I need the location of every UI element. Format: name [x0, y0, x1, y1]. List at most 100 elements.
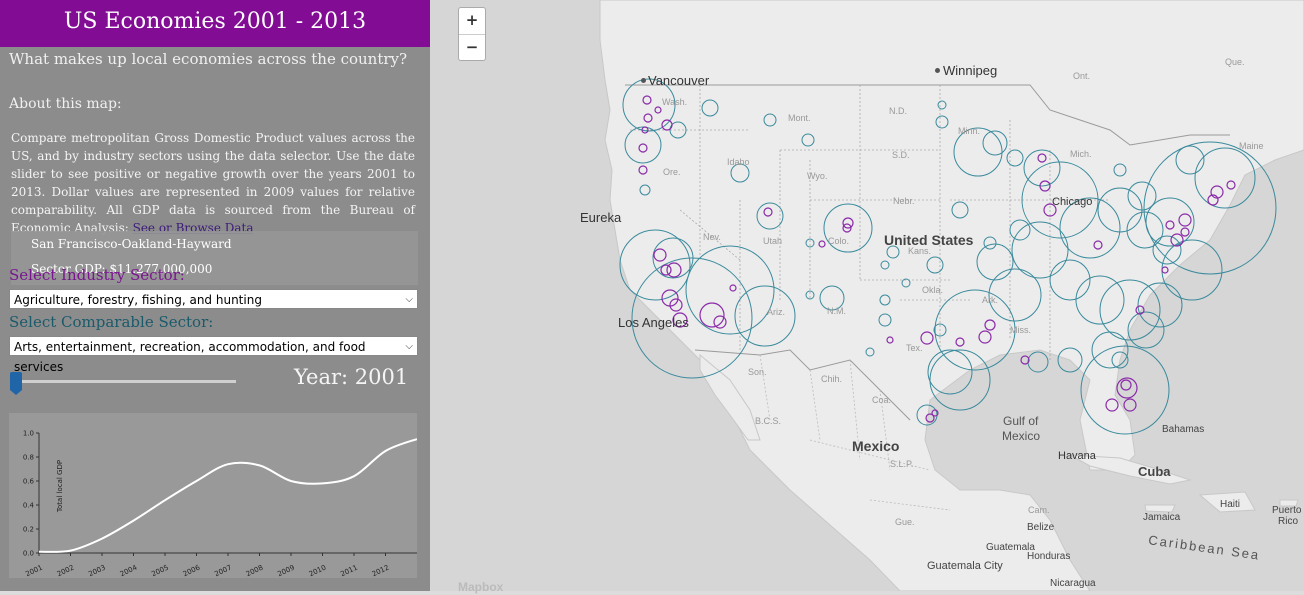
comparable-sector-select[interactable]: Arts, entertainment, recreation, accommo… [9, 336, 418, 374]
metro-gdp-bubble[interactable] [1175, 145, 1205, 175]
metro-gdp-bubble[interactable] [1099, 279, 1161, 341]
chevron-down-icon: ⌵ [405, 294, 413, 305]
country-label-honduras: Honduras [1027, 551, 1071, 562]
metro-gdp-bubble[interactable] [685, 245, 775, 335]
metro-sector-bubble[interactable] [1178, 213, 1192, 227]
metro-sector-bubble[interactable] [842, 217, 854, 229]
metro-sector-bubble[interactable] [660, 264, 672, 276]
metro-gdp-bubble[interactable] [701, 99, 719, 117]
about-paragraph: Compare metropolitan Gross Domestic Prod… [11, 129, 415, 237]
chart-axes [38, 433, 417, 554]
metro-gdp-bubble[interactable] [901, 278, 911, 288]
metro-gdp-bubble[interactable] [1057, 347, 1083, 373]
metro-gdp-bubble[interactable] [1111, 351, 1129, 369]
metro-gdp-bubble[interactable] [976, 243, 1014, 281]
metro-sector-bubble[interactable] [669, 298, 683, 312]
water-label-gulf: Gulf of [1003, 414, 1039, 428]
year-slider-handle[interactable] [10, 372, 22, 395]
metro-sector-bubble[interactable] [661, 119, 673, 131]
industry-selected-value: Agriculture, forestry, fishing, and hunt… [14, 293, 262, 307]
metro-sector-bubble[interactable] [1165, 220, 1175, 230]
city-label-eureka: Eureka [580, 210, 622, 225]
country-label-mexico: Mexico [852, 438, 900, 454]
metro-gdp-bubble[interactable] [933, 323, 947, 337]
state-label-minn: Minn. [958, 126, 981, 136]
metro-sector-bubble[interactable] [1093, 240, 1103, 250]
metro-gdp-bubble[interactable] [927, 349, 973, 395]
metro-gdp-bubble[interactable] [1143, 141, 1277, 275]
metro-sector-bubble[interactable] [955, 337, 965, 347]
metro-gdp-bubble[interactable] [1113, 163, 1127, 177]
metro-gdp-bubble[interactable] [880, 260, 890, 270]
metro-sector-bubble[interactable] [643, 113, 653, 123]
metro-sector-bubble[interactable] [638, 143, 648, 153]
metro-sector-bubble[interactable] [1037, 153, 1047, 163]
metro-gdp-bubble[interactable] [983, 236, 997, 250]
metro-sector-bubble[interactable] [713, 315, 727, 329]
metro-gdp-bubble[interactable] [934, 289, 1016, 371]
metro-sector-bubble[interactable] [666, 262, 682, 278]
metro-sector-bubble[interactable] [699, 302, 725, 328]
metro-sector-bubble[interactable] [1180, 227, 1190, 237]
chevron-down-icon: ⌵ [405, 341, 413, 352]
state-label-nev: Nev. [703, 232, 721, 242]
metro-gdp-bubble[interactable] [1091, 331, 1129, 369]
x-tick-label: 2009 [276, 564, 296, 578]
zoom-in-button[interactable]: + [459, 8, 485, 35]
metro-gdp-bubble[interactable] [879, 294, 891, 306]
year-slider-track[interactable] [15, 380, 236, 383]
page-subtitle: What makes up local economies across the… [9, 50, 408, 68]
metro-sector-bubble[interactable] [729, 284, 737, 292]
metro-gdp-bubble[interactable] [1127, 311, 1165, 349]
metro-gdp-bubble[interactable] [1049, 259, 1091, 301]
metro-gdp-bubble[interactable] [805, 290, 815, 300]
metro-sector-bubble[interactable] [920, 331, 934, 345]
metro-gdp-bubble[interactable] [805, 238, 815, 248]
state-label-cam: Cam. [1028, 505, 1050, 515]
metro-gdp-bubble[interactable] [1006, 149, 1024, 167]
state-label-gue: Gue. [895, 517, 915, 527]
metro-sector-bubble[interactable] [818, 240, 826, 248]
map-attribution[interactable]: Mapbox [458, 580, 503, 594]
metro-sector-bubble[interactable] [763, 207, 773, 217]
metro-gdp-bubble[interactable] [1023, 149, 1061, 187]
metro-gdp-bubble[interactable] [1161, 239, 1223, 301]
metro-sector-bubble[interactable] [654, 106, 662, 114]
x-tick-label: 2010 [308, 564, 328, 578]
metro-sector-bubble[interactable] [1120, 379, 1132, 391]
metro-sector-bubble[interactable] [1123, 398, 1137, 412]
metro-sector-bubble[interactable] [1161, 266, 1169, 274]
map-view[interactable]: Vancouver Winnipeg Eureka Los Angeles Un… [430, 0, 1304, 594]
metro-gdp-bubble[interactable] [951, 201, 969, 219]
metro-sector-bubble[interactable] [642, 95, 652, 105]
metro-gdp-bubble[interactable] [929, 349, 991, 411]
x-tick-label: 2011 [339, 564, 359, 578]
metro-gdp-bubble[interactable] [926, 256, 944, 274]
metro-sector-bubble[interactable] [1116, 377, 1138, 399]
metro-sector-bubble[interactable] [1105, 398, 1119, 412]
zoom-out-button[interactable]: − [459, 35, 485, 61]
metro-gdp-bubble[interactable] [639, 184, 651, 196]
metro-gdp-bubble[interactable] [865, 347, 875, 357]
metro-gdp-bubble[interactable] [935, 115, 949, 129]
zoom-control: + − [458, 7, 486, 61]
metro-sector-bubble[interactable] [886, 336, 894, 344]
metro-gdp-bubble[interactable] [878, 313, 892, 327]
metro-gdp-bubble[interactable] [763, 113, 777, 127]
city-label-guatemala-city: Guatemala City [927, 560, 1003, 572]
metro-sector-bubble[interactable] [638, 165, 648, 175]
metro-sector-bubble[interactable] [984, 319, 996, 331]
metro-gdp-bubble[interactable] [1027, 351, 1049, 373]
state-label-sd: S.D. [892, 150, 910, 160]
metro-sector-bubble[interactable] [653, 248, 667, 262]
country-label-haiti: Haiti [1220, 499, 1241, 510]
metro-sector-bubble[interactable] [978, 330, 992, 344]
state-label-bcs: B.C.S. [755, 416, 782, 426]
industry-sector-select[interactable]: Agriculture, forestry, fishing, and hunt… [9, 289, 418, 309]
metro-sector-bubble[interactable] [1226, 180, 1236, 190]
state-label-nm: N.M. [827, 306, 846, 316]
metro-gdp-bubble[interactable] [801, 133, 815, 147]
y-tick-label: 0.0 [23, 550, 34, 558]
metro-gdp-bubble[interactable] [1152, 235, 1182, 265]
metro-gdp-bubble[interactable] [937, 100, 947, 110]
